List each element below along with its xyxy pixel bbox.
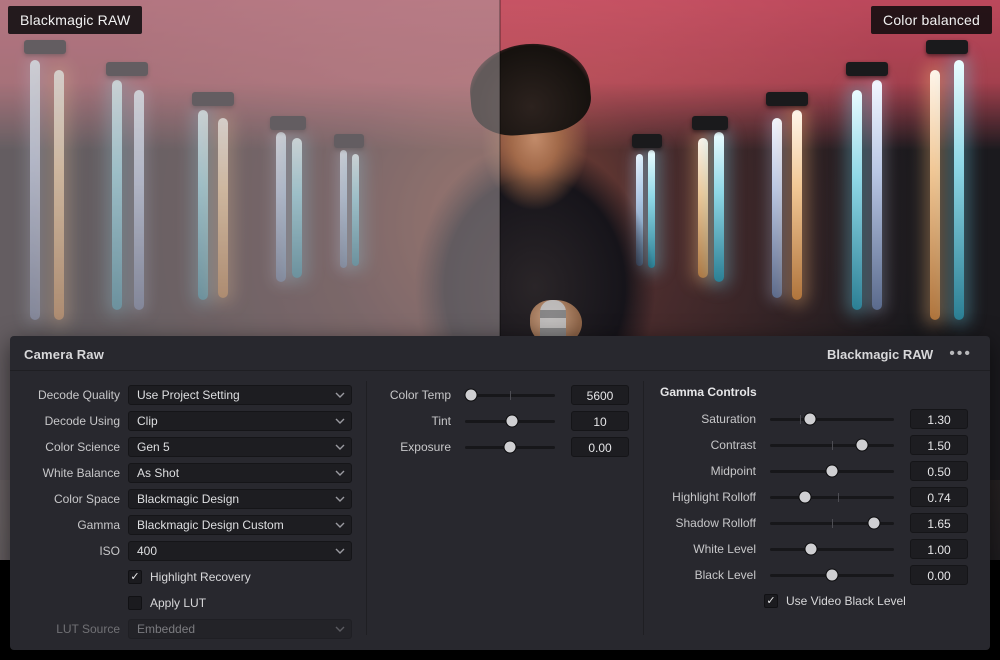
camera-raw-panel: Camera Raw Blackmagic RAW ••• Decode Qua…	[10, 336, 990, 650]
decode-quality-label: Decode Quality	[32, 388, 128, 402]
chevron-down-icon	[335, 468, 345, 478]
white-balance-value: As Shot	[137, 466, 179, 480]
saturation-slider[interactable]	[770, 418, 894, 421]
midpoint-value[interactable]: 0.50	[910, 461, 968, 481]
lut-source-value: Embedded	[137, 622, 195, 636]
contrast-value[interactable]: 1.50	[910, 435, 968, 455]
color-space-label: Color Space	[32, 492, 128, 506]
gamma-value: Blackmagic Design Custom	[137, 518, 284, 532]
tint-value[interactable]: 10	[571, 411, 629, 431]
color-science-value: Gen 5	[137, 440, 170, 454]
highlight-rolloff-slider[interactable]	[770, 496, 894, 499]
black-level-label: Black Level	[658, 568, 764, 582]
chevron-down-icon	[335, 390, 345, 400]
midpoint-slider-handle[interactable]	[827, 466, 838, 477]
chevron-down-icon	[335, 416, 345, 426]
chevron-down-icon	[335, 442, 345, 452]
color-space-select[interactable]: Blackmagic Design	[128, 489, 352, 509]
shadow-rolloff-slider[interactable]	[770, 522, 894, 525]
gamma-controls-title: Gamma Controls	[660, 385, 968, 399]
exposure-slider-handle[interactable]	[505, 442, 516, 453]
panel-section-decode: Decode Quality Use Project Setting Decode …	[18, 381, 366, 635]
color-space-value: Blackmagic Design	[137, 492, 239, 506]
midpoint-label: Midpoint	[658, 464, 764, 478]
gamma-select[interactable]: Blackmagic Design Custom	[128, 515, 352, 535]
color-temp-value[interactable]: 5600	[571, 385, 629, 405]
contrast-label: Contrast	[658, 438, 764, 452]
shadow-rolloff-label: Shadow Rolloff	[658, 516, 764, 530]
decode-using-label: Decode Using	[32, 414, 128, 428]
saturation-slider-handle[interactable]	[804, 414, 815, 425]
iso-select[interactable]: 400	[128, 541, 352, 561]
panel-section-wb: Color Temp 5600 Tint 10 Exposure 0.00	[366, 381, 644, 635]
decode-quality-select[interactable]: Use Project Setting	[128, 385, 352, 405]
shadow-rolloff-slider-handle[interactable]	[869, 518, 880, 529]
tint-slider[interactable]	[465, 420, 555, 423]
chevron-down-icon	[335, 624, 345, 634]
chevron-down-icon	[335, 494, 345, 504]
contrast-slider[interactable]	[770, 444, 894, 447]
video-black-level-label: Use Video Black Level	[786, 594, 906, 608]
lut-source-label: LUT Source	[32, 622, 128, 636]
decode-using-select[interactable]: Clip	[128, 411, 352, 431]
white-balance-select[interactable]: As Shot	[128, 463, 352, 483]
white-level-value[interactable]: 1.00	[910, 539, 968, 559]
highlight-rolloff-label: Highlight Rolloff	[658, 490, 764, 504]
decode-quality-value: Use Project Setting	[137, 388, 240, 402]
tint-slider-handle[interactable]	[506, 416, 517, 427]
black-level-slider[interactable]	[770, 574, 894, 577]
panel-menu-button[interactable]: •••	[945, 346, 976, 362]
shadow-rolloff-value[interactable]: 1.65	[910, 513, 968, 533]
black-level-slider-handle[interactable]	[827, 570, 838, 581]
saturation-value[interactable]: 1.30	[910, 409, 968, 429]
gamma-label: Gamma	[32, 518, 128, 532]
overlay-label-balanced: Color balanced	[871, 6, 992, 34]
highlight-recovery-label: Highlight Recovery	[150, 570, 251, 584]
color-science-label: Color Science	[32, 440, 128, 454]
color-temp-slider-handle[interactable]	[466, 390, 477, 401]
saturation-label: Saturation	[658, 412, 764, 426]
exposure-slider[interactable]	[465, 446, 555, 449]
highlight-rolloff-value[interactable]: 0.74	[910, 487, 968, 507]
white-level-slider[interactable]	[770, 548, 894, 551]
highlight-rolloff-slider-handle[interactable]	[799, 492, 810, 503]
white-balance-label: White Balance	[32, 466, 128, 480]
iso-value: 400	[137, 544, 157, 558]
iso-label: ISO	[32, 544, 128, 558]
video-black-level-checkbox[interactable]	[764, 594, 778, 608]
tint-label: Tint	[381, 414, 459, 428]
panel-title: Camera Raw	[24, 347, 104, 362]
overlay-label-raw: Blackmagic RAW	[8, 6, 142, 34]
white-level-slider-handle[interactable]	[805, 544, 816, 555]
midpoint-slider[interactable]	[770, 470, 894, 473]
color-temp-label: Color Temp	[381, 388, 459, 402]
lut-source-select: Embedded	[128, 619, 352, 639]
chevron-down-icon	[335, 520, 345, 530]
decode-using-value: Clip	[137, 414, 158, 428]
exposure-label: Exposure	[381, 440, 459, 454]
chevron-down-icon	[335, 546, 345, 556]
color-science-select[interactable]: Gen 5	[128, 437, 352, 457]
highlight-recovery-checkbox[interactable]	[128, 570, 142, 584]
apply-lut-label: Apply LUT	[150, 596, 206, 610]
panel-section-gamma: Gamma Controls Saturation 1.30 Contrast 1.5…	[644, 381, 982, 635]
color-temp-slider[interactable]	[465, 394, 555, 397]
white-level-label: White Level	[658, 542, 764, 556]
panel-format-label: Blackmagic RAW	[827, 347, 933, 362]
contrast-slider-handle[interactable]	[856, 440, 867, 451]
apply-lut-checkbox[interactable]	[128, 596, 142, 610]
black-level-value[interactable]: 0.00	[910, 565, 968, 585]
exposure-value[interactable]: 0.00	[571, 437, 629, 457]
